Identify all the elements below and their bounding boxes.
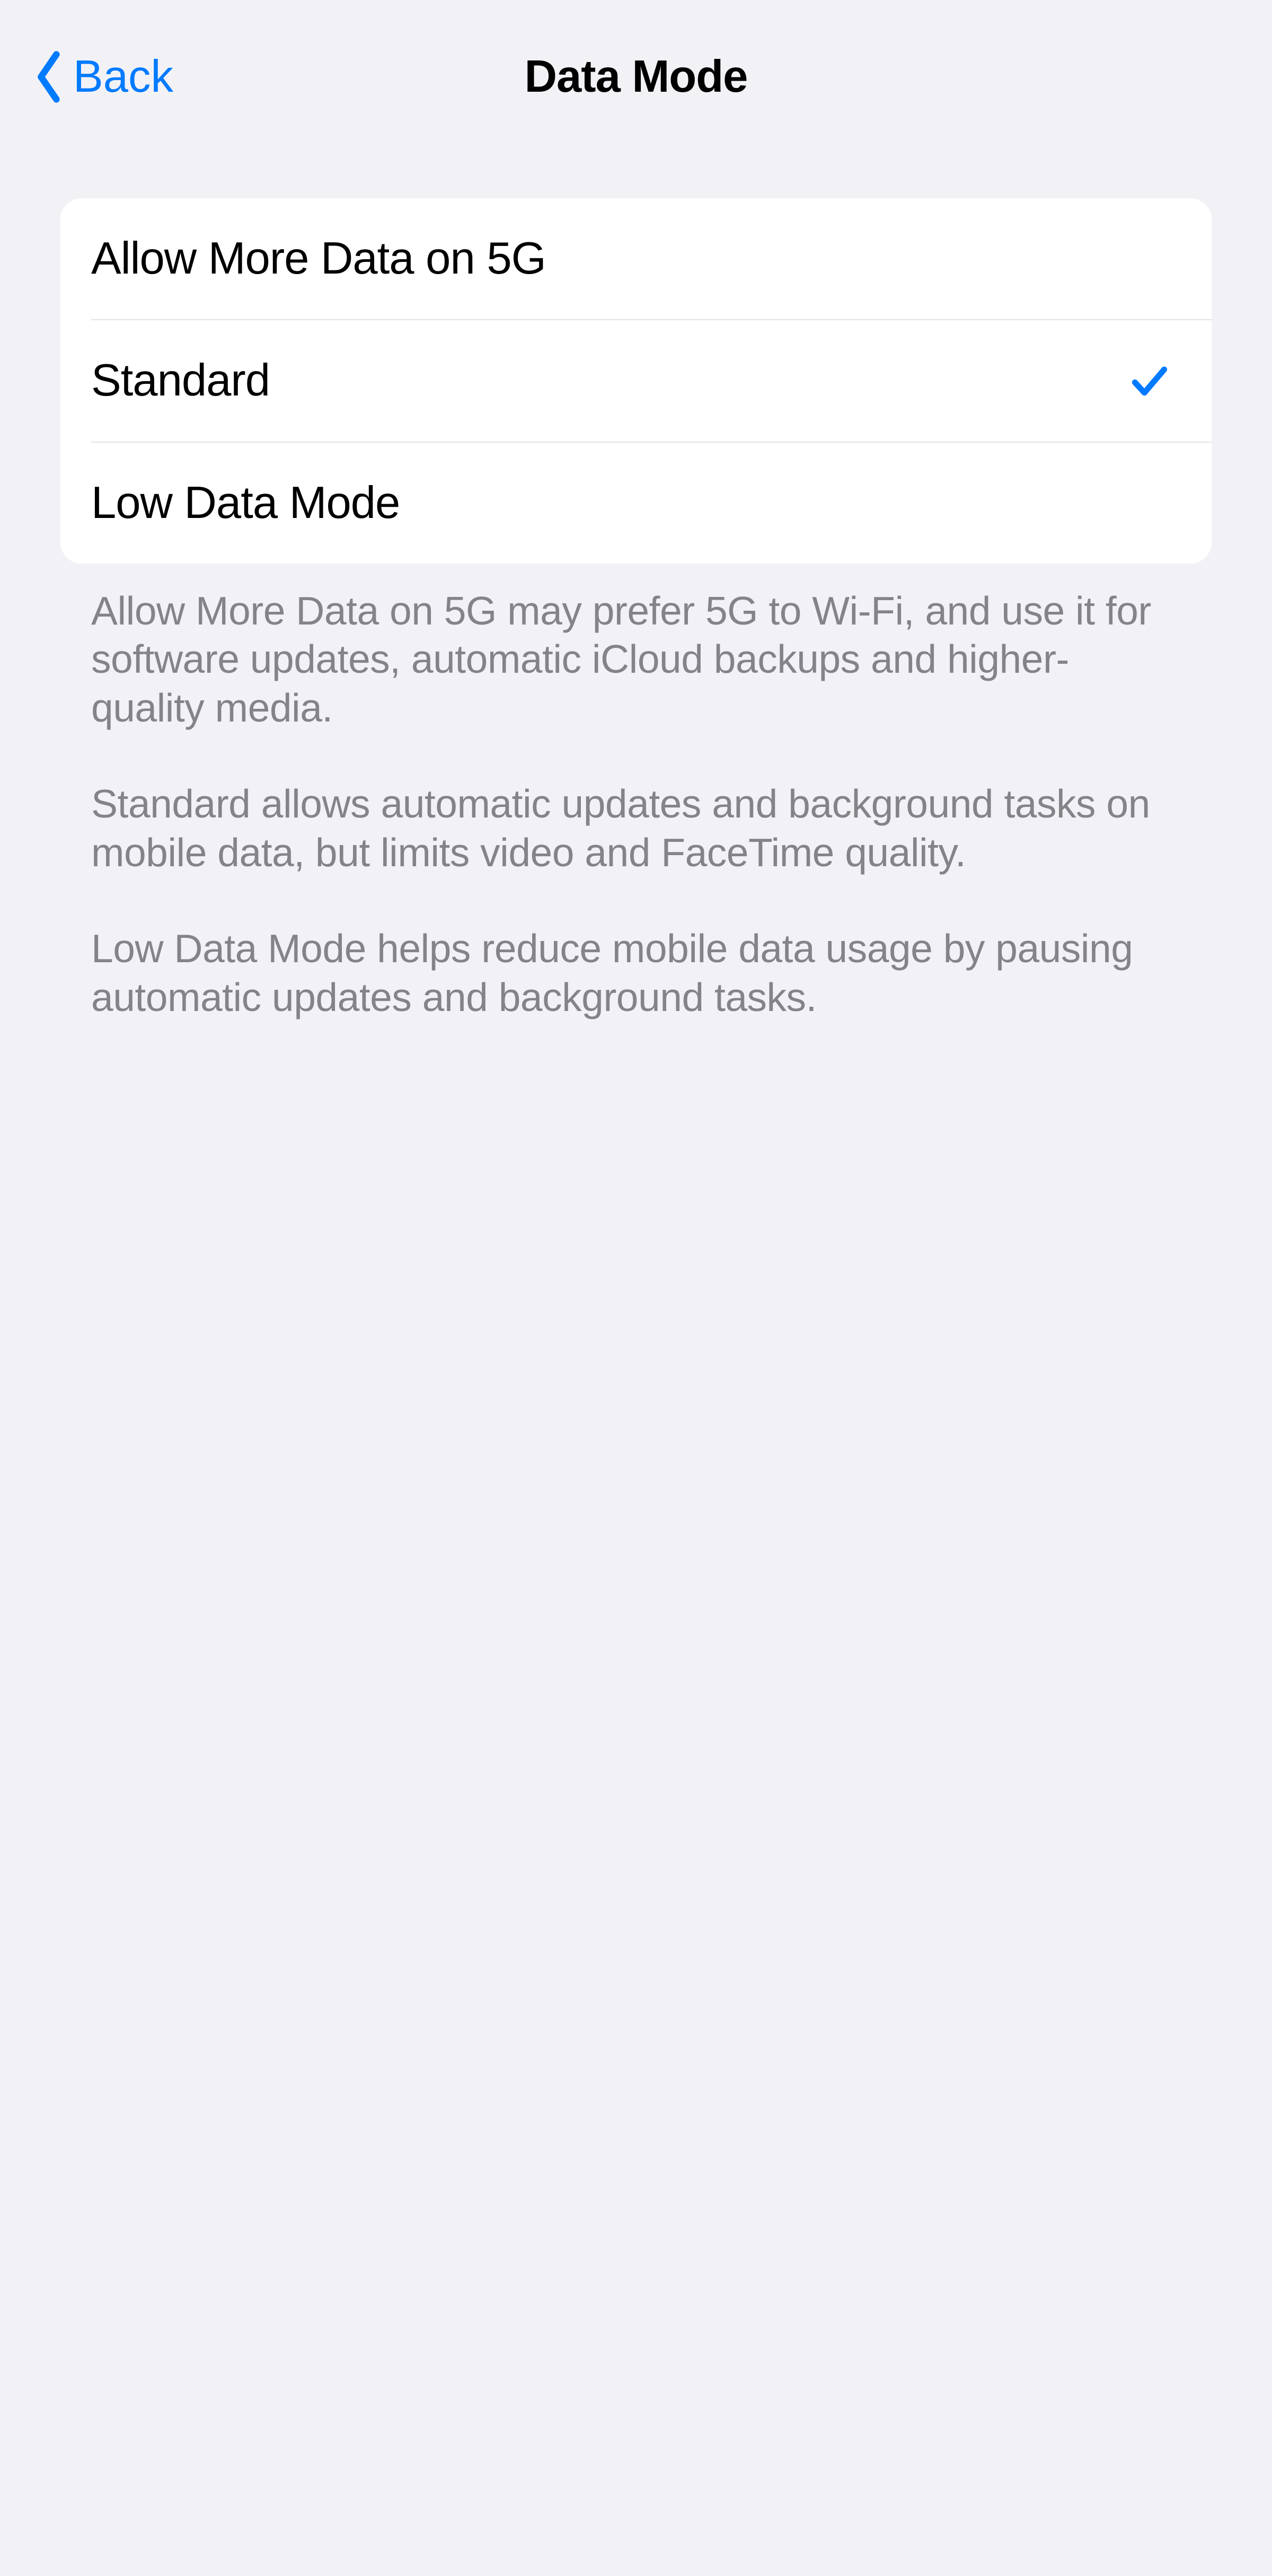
- option-allow-more-data-5g[interactable]: Allow More Data on 5G: [60, 198, 1212, 319]
- option-standard[interactable]: Standard: [91, 319, 1212, 441]
- back-label: Back: [73, 51, 173, 103]
- footer-p2: Standard allows automatic updates and ba…: [91, 780, 1181, 877]
- chevron-left-icon: [35, 51, 64, 103]
- footer-p1: Allow More Data on 5G may prefer 5G to W…: [91, 587, 1181, 733]
- option-label: Low Data Mode: [91, 477, 400, 530]
- footer-p3: Low Data Mode helps reduce mobile data u…: [91, 925, 1181, 1022]
- page-title: Data Mode: [525, 51, 748, 103]
- footer-description: Allow More Data on 5G may prefer 5G to W…: [60, 587, 1212, 1022]
- options-list: Allow More Data on 5G Standard Low Data …: [60, 198, 1212, 564]
- option-label: Standard: [91, 354, 270, 407]
- option-low-data-mode[interactable]: Low Data Mode: [91, 442, 1212, 564]
- checkmark-icon: [1129, 360, 1170, 401]
- nav-header: Back Data Mode: [0, 0, 1272, 154]
- back-button[interactable]: Back: [35, 51, 173, 103]
- option-label: Allow More Data on 5G: [91, 232, 546, 285]
